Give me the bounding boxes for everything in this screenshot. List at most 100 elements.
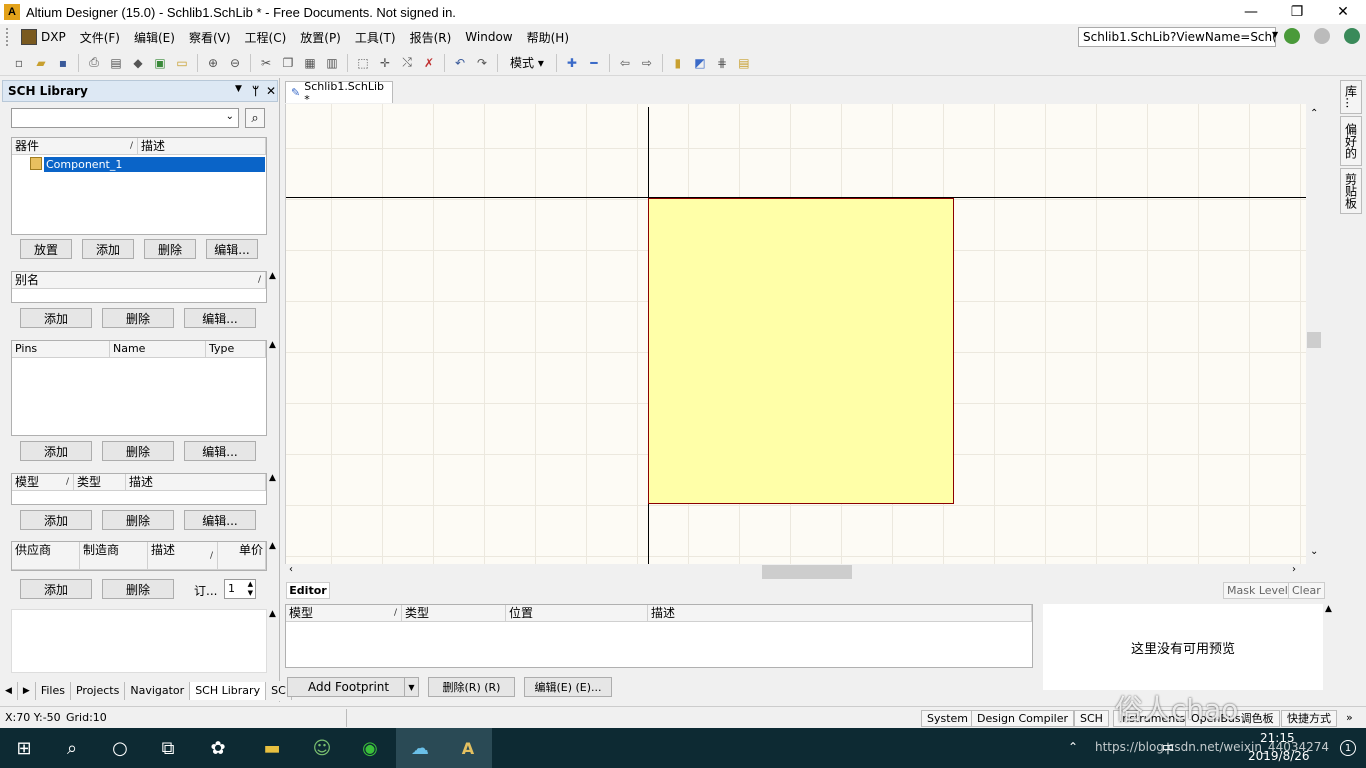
add-component-button[interactable]: 添加 xyxy=(82,239,134,259)
clear-filter-icon[interactable]: ✗ xyxy=(421,55,437,71)
dropdown-arrow-icon[interactable]: ▼ xyxy=(404,678,418,696)
move-icon[interactable]: ✛ xyxy=(377,55,393,71)
stepper-arrows-icon[interactable]: ▲ ▼ xyxy=(248,580,253,598)
edit-pin-button[interactable]: 编辑... xyxy=(184,441,256,461)
zoom-in-icon[interactable]: ⊕ xyxy=(205,55,221,71)
tab-editor[interactable]: Editor xyxy=(286,582,330,599)
close-button[interactable]: ✕ xyxy=(1320,0,1366,24)
menu-tools[interactable]: 工具(T) xyxy=(348,26,403,48)
column-header[interactable]: 模型 / xyxy=(286,605,402,621)
search-icon[interactable]: ⌕ xyxy=(48,728,96,768)
delete-alias-button[interactable]: 删除 xyxy=(102,308,174,328)
altium-taskbar-icon[interactable]: A xyxy=(444,728,492,768)
undo-icon[interactable]: ↶ xyxy=(452,55,468,71)
delete-component-button[interactable]: 删除 xyxy=(144,239,196,259)
menu-dxp[interactable]: DXP xyxy=(14,26,73,48)
library-icon[interactable]: ▤ xyxy=(736,55,752,71)
folder-icon[interactable]: ▭ xyxy=(174,55,190,71)
column-header[interactable]: Name xyxy=(110,341,206,357)
tab-projects[interactable]: Projects xyxy=(71,682,126,700)
delete-footprint-button[interactable]: 删除(R) (R) xyxy=(428,677,515,697)
menu-reports[interactable]: 报告(R) xyxy=(403,26,459,48)
column-header[interactable]: 描述 xyxy=(126,474,266,490)
redo-icon[interactable]: ↷ xyxy=(474,55,490,71)
column-header[interactable]: 器件 / xyxy=(12,138,138,154)
deselect-icon[interactable]: ⤭ xyxy=(399,55,415,71)
scroll-up-icon[interactable]: ⌃ xyxy=(1310,108,1318,119)
column-header[interactable]: 别名 / xyxy=(12,272,266,288)
tab-scroll-right-icon[interactable]: ▶ xyxy=(18,682,36,700)
column-header[interactable]: 描述 / xyxy=(148,542,218,569)
next-part-icon[interactable]: ⇨ xyxy=(639,55,655,71)
menu-file[interactable]: 文件(F) xyxy=(73,26,127,48)
component-body-rectangle[interactable] xyxy=(648,198,954,504)
select-rect-icon[interactable]: ⬚ xyxy=(355,55,371,71)
scroll-thumb[interactable] xyxy=(1307,332,1321,348)
new-icon[interactable]: ▫ xyxy=(11,55,27,71)
pin-icon[interactable]: ᛘ xyxy=(252,84,259,98)
prev-part-icon[interactable]: ⇦ xyxy=(617,55,633,71)
file-explorer-icon[interactable]: ▬ xyxy=(248,728,296,768)
column-header[interactable]: 描述 xyxy=(138,138,266,154)
open-icon[interactable]: ▰ xyxy=(33,55,49,71)
collapse-icon[interactable]: ▲ xyxy=(269,340,276,350)
menu-help[interactable]: 帮助(H) xyxy=(520,26,576,48)
column-header[interactable]: Pins xyxy=(12,341,110,357)
collapse-icon[interactable]: ▲ xyxy=(269,271,276,281)
schematic-canvas[interactable] xyxy=(285,104,1306,564)
tab-schlib1[interactable]: ✎ Schlib1.SchLib * xyxy=(285,80,393,106)
scroll-thumb[interactable] xyxy=(762,565,852,579)
avatar-app-icon[interactable]: ☺ xyxy=(298,728,346,768)
board-icon[interactable]: ▣ xyxy=(152,55,168,71)
paste-icon[interactable]: ▦ xyxy=(302,55,318,71)
maximize-button[interactable]: ❐ xyxy=(1274,0,1320,24)
address-dropdown-icon[interactable]: ▼ xyxy=(1272,30,1278,39)
print-icon[interactable]: ⎙ xyxy=(86,55,102,71)
tab-files[interactable]: Files xyxy=(36,682,71,700)
scroll-left-icon[interactable]: ‹ xyxy=(289,564,293,575)
horizontal-scrollbar[interactable]: ‹ › xyxy=(285,564,1306,580)
delete-supplier-button[interactable]: 删除 xyxy=(102,579,174,599)
cortana-icon[interactable]: ○ xyxy=(96,728,144,768)
panel-sch[interactable]: SCH xyxy=(1074,710,1109,727)
view-3d-icon[interactable]: ◆ xyxy=(130,55,146,71)
scroll-right-icon[interactable]: › xyxy=(1292,564,1296,575)
edit-footprint-button[interactable]: 编辑(E) (E)... xyxy=(524,677,612,697)
cloud-app-icon[interactable]: ☁ xyxy=(396,728,444,768)
column-header[interactable]: 模型 / xyxy=(12,474,74,490)
cut-icon[interactable]: ✂ xyxy=(258,55,274,71)
edit-model-button[interactable]: 编辑... xyxy=(184,510,256,530)
tab-libraries[interactable]: 库... xyxy=(1340,80,1362,114)
delete-pin-button[interactable]: 删除 xyxy=(102,441,174,461)
tab-favorites[interactable]: 偏好的 xyxy=(1340,116,1362,166)
column-header[interactable]: 类型 xyxy=(74,474,126,490)
panel-design-compiler[interactable]: Design Compiler xyxy=(971,710,1074,727)
remove-part-icon[interactable]: ━ xyxy=(586,55,602,71)
forward-icon[interactable] xyxy=(1314,28,1330,44)
browser-icon[interactable]: ◉ xyxy=(346,728,394,768)
task-view-icon[interactable]: ⧉ xyxy=(144,728,192,768)
clear-button[interactable]: Clear xyxy=(1288,582,1325,599)
grid-icon[interactable]: ⋕ xyxy=(714,55,730,71)
place-button[interactable]: 放置 xyxy=(20,239,72,259)
mode-dropdown[interactable]: 模式 ▾ xyxy=(506,54,548,71)
column-header[interactable]: 描述 xyxy=(648,605,1032,621)
copy-icon[interactable]: ❐ xyxy=(280,55,296,71)
panel-system[interactable]: System xyxy=(921,710,975,727)
add-pin-button[interactable]: 添加 xyxy=(20,441,92,461)
menu-view[interactable]: 察看(V) xyxy=(182,26,238,48)
back-icon[interactable] xyxy=(1284,28,1300,44)
add-alias-button[interactable]: 添加 xyxy=(20,308,92,328)
mask-level-button[interactable]: Mask Level xyxy=(1223,582,1292,599)
panel-menu-icon[interactable]: ▼ xyxy=(235,84,242,94)
add-footprint-button[interactable]: Add Footprint ▼ xyxy=(287,677,419,697)
edit-component-button[interactable]: 编辑... xyxy=(206,239,258,259)
tab-navigator[interactable]: Navigator xyxy=(125,682,191,700)
address-combo[interactable]: Schlib1.SchLib?ViewName=Sch( xyxy=(1078,27,1276,47)
toolbar-grip[interactable] xyxy=(6,28,10,46)
tab-scroll-left-icon[interactable]: ◀ xyxy=(0,682,18,700)
fan-app-icon[interactable]: ✿ xyxy=(194,728,242,768)
component-icon[interactable]: ▮ xyxy=(670,55,686,71)
column-header[interactable]: 制造商 xyxy=(80,542,148,569)
vertical-scrollbar[interactable]: ⌃ ⌄ xyxy=(1306,104,1322,564)
